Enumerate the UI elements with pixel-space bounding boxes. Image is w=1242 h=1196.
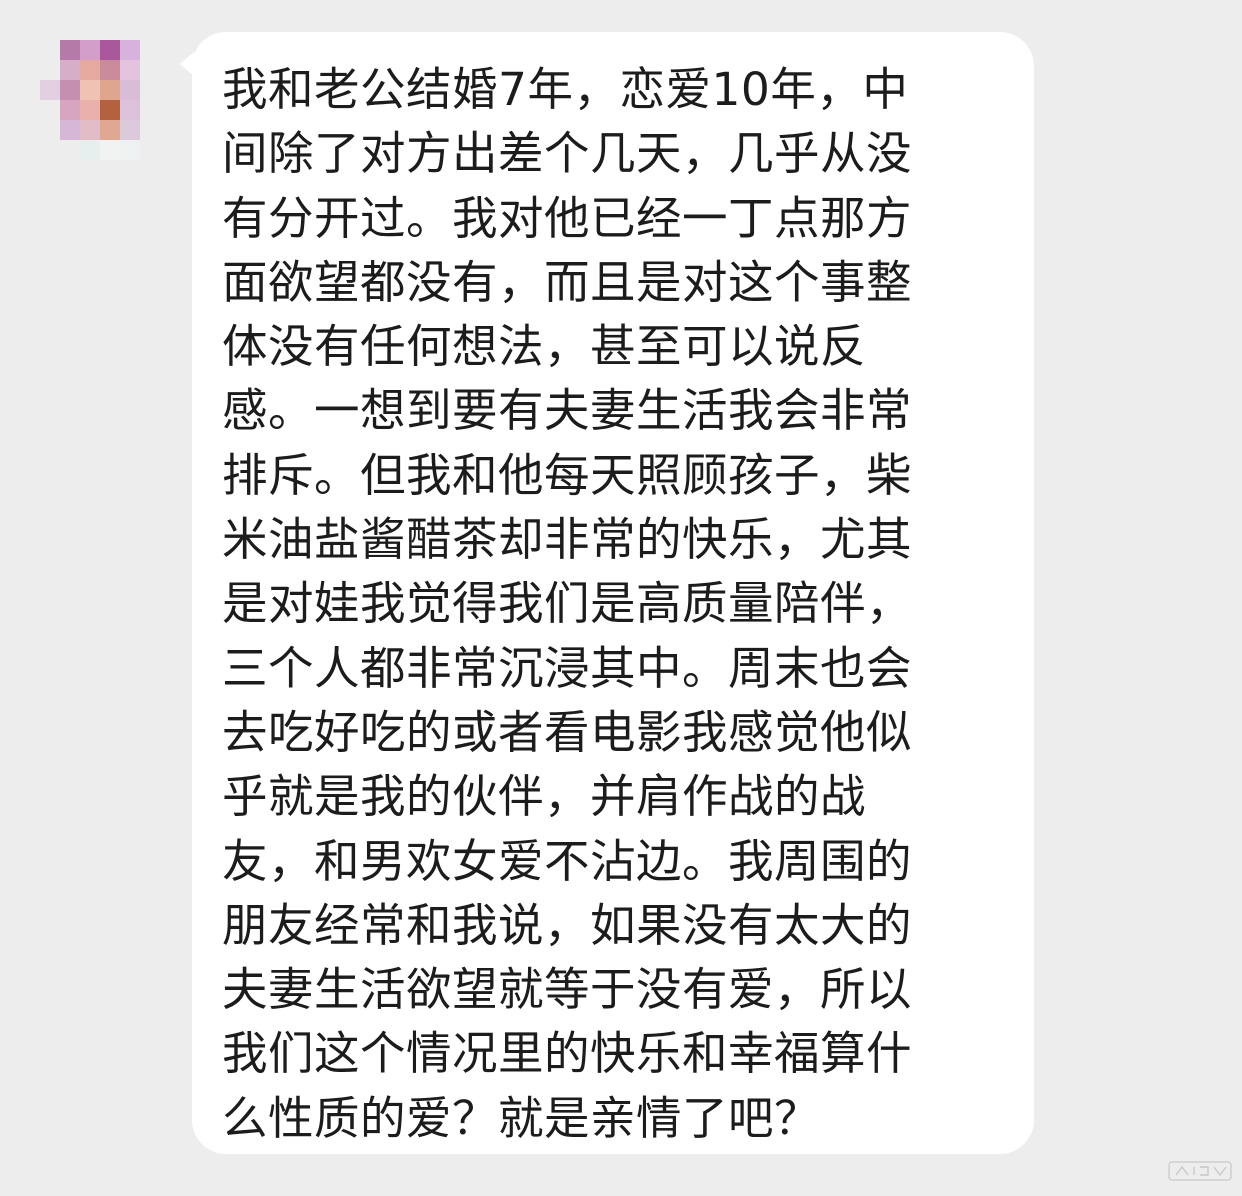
avatar-pixel bbox=[80, 100, 100, 120]
avatar-pixel bbox=[120, 80, 140, 100]
message-line: 间除了对方出差个几天，几乎从没 bbox=[222, 127, 913, 181]
avatar-pixel bbox=[80, 40, 100, 60]
avatar-pixel bbox=[120, 40, 140, 60]
message-line: 三个人都非常沉浸其中。周末也会 bbox=[222, 641, 913, 695]
message-line: 面欲望都没有，而且是对这个事整 bbox=[222, 255, 913, 309]
message-line: 么性质的爱？就是亲情了吧？ bbox=[222, 1091, 821, 1145]
avatar-pixel bbox=[80, 120, 100, 140]
message-line: 有分开过。我对他已经一丁点那方 bbox=[222, 191, 913, 245]
avatar-pixel bbox=[60, 40, 80, 60]
avatar-pixel bbox=[60, 60, 80, 80]
avatar-pixel bbox=[80, 140, 100, 160]
message-line: 朋友经常和我说，如果没有太大的 bbox=[222, 898, 913, 952]
message-line: 友，和男欢女爱不沾边。我周围的 bbox=[222, 834, 913, 888]
avatar-pixel bbox=[80, 80, 100, 100]
message-line: 乎就是我的伙伴，并肩作战的战 bbox=[222, 770, 867, 824]
watermark bbox=[1168, 1160, 1232, 1182]
avatar-pixel bbox=[100, 100, 120, 120]
avatar-pixel bbox=[80, 60, 100, 80]
message-text[interactable]: 我和老公结婚7年，恋爱10年，中 间除了对方出差个几天，几乎从没 有分开过。我对… bbox=[222, 58, 962, 1151]
sender-avatar[interactable] bbox=[40, 40, 160, 160]
message-line: 我们这个情况里的快乐和幸福算什 bbox=[222, 1027, 913, 1081]
message-line: 感。一想到要有夫妻生活我会非常 bbox=[222, 384, 913, 438]
message-line: 体没有任何想法，甚至可以说反 bbox=[222, 320, 867, 374]
avatar-pixel bbox=[120, 140, 140, 160]
avatar-pixel bbox=[60, 120, 80, 140]
avatar-pixel bbox=[120, 60, 140, 80]
message-line: 是对娃我觉得我们是高质量陪伴， bbox=[222, 577, 913, 631]
message-line: 排斥。但我和他每天照顾孩子，柴 bbox=[222, 448, 913, 502]
avatar-pixel bbox=[120, 120, 140, 140]
avatar-pixel bbox=[120, 100, 140, 120]
avatar-pixel bbox=[100, 60, 120, 80]
message-line: 去吃好吃的或者看电影我感觉他似 bbox=[222, 705, 913, 759]
message-line: 我和老公结婚7年，恋爱10年，中 bbox=[222, 63, 909, 116]
avatar-pixel bbox=[100, 120, 120, 140]
avatar-pixel bbox=[100, 40, 120, 60]
message-line: 米油盐酱醋茶却非常的快乐，尤其 bbox=[222, 513, 913, 567]
avatar-pixel bbox=[100, 80, 120, 100]
avatar-pixel bbox=[100, 140, 120, 160]
avatar-pixel bbox=[60, 100, 80, 120]
avatar-pixel bbox=[40, 80, 60, 100]
message-line: 夫妻生活欲望就等于没有爱，所以 bbox=[222, 963, 913, 1017]
watermark-icon bbox=[1168, 1161, 1232, 1181]
avatar-pixel bbox=[60, 80, 80, 100]
